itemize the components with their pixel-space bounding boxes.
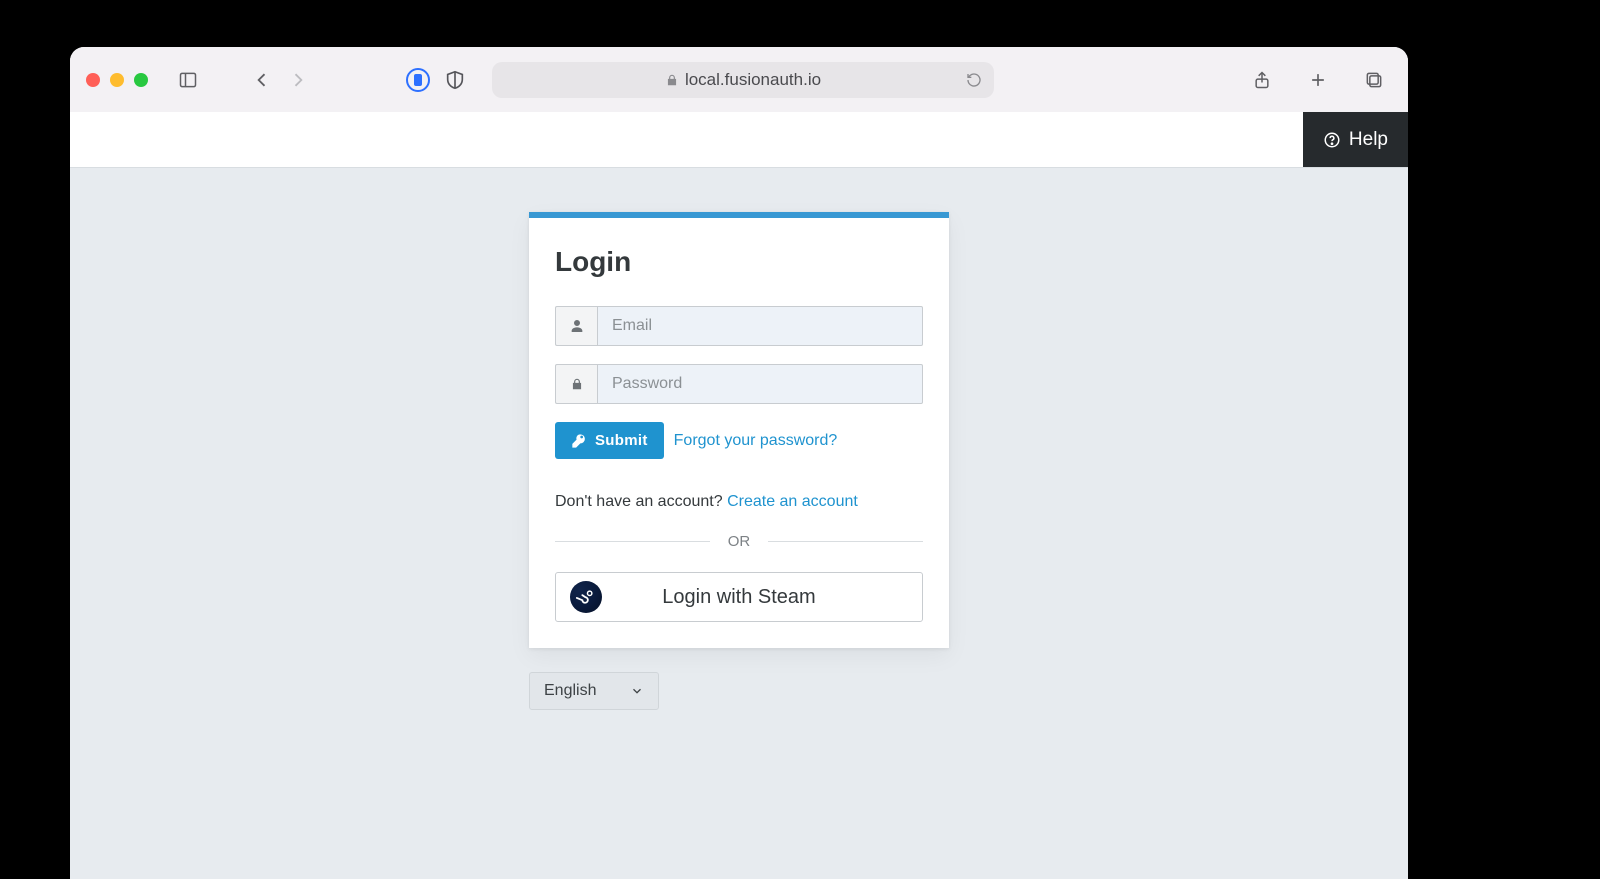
language-selector-area: English — [529, 672, 949, 710]
user-icon — [555, 306, 597, 346]
submit-button[interactable]: Submit — [555, 422, 664, 459]
tabs-overview-button[interactable] — [1356, 62, 1392, 98]
login-actions: Submit Forgot your password? — [555, 422, 923, 459]
steam-button-label: Login with Steam — [570, 586, 908, 609]
email-field-wrap — [555, 306, 923, 346]
window-controls — [86, 73, 148, 87]
toolbar-right-actions — [1244, 62, 1392, 98]
help-button[interactable]: Help — [1303, 112, 1408, 167]
login-title: Login — [555, 246, 923, 278]
nav-back-button[interactable] — [244, 62, 280, 98]
login-with-steam-button[interactable]: Login with Steam — [555, 572, 923, 622]
address-bar[interactable]: local.fusionauth.io — [492, 62, 994, 98]
browser-window: local.fusionauth.io — [70, 47, 1408, 879]
page-body: Login Submit Forgot your password? — [70, 168, 1408, 879]
email-input[interactable] — [597, 306, 923, 346]
address-text: local.fusionauth.io — [685, 70, 821, 90]
window-close-button[interactable] — [86, 73, 100, 87]
create-account-link[interactable]: Create an account — [727, 493, 858, 510]
lock-icon — [665, 73, 679, 87]
forgot-password-link[interactable]: Forgot your password? — [674, 432, 838, 450]
new-tab-button[interactable] — [1300, 62, 1336, 98]
privacy-shield-icon[interactable] — [444, 69, 466, 91]
share-button[interactable] — [1244, 62, 1280, 98]
divider-label: OR — [728, 533, 751, 550]
sidebar-toggle-button[interactable] — [170, 62, 206, 98]
submit-label: Submit — [595, 432, 648, 449]
lock-icon — [555, 364, 597, 404]
password-input[interactable] — [597, 364, 923, 404]
window-zoom-button[interactable] — [134, 73, 148, 87]
chevron-down-icon — [630, 684, 644, 698]
reload-icon[interactable] — [966, 72, 982, 88]
language-selected: English — [544, 682, 596, 700]
onepassword-icon[interactable] — [406, 68, 430, 92]
browser-toolbar: local.fusionauth.io — [70, 47, 1408, 112]
language-selector[interactable]: English — [529, 672, 659, 710]
or-divider: OR — [555, 533, 923, 550]
nav-forward-button[interactable] — [280, 62, 316, 98]
app-header: Help — [70, 112, 1408, 168]
password-field-wrap — [555, 364, 923, 404]
key-icon — [571, 433, 587, 449]
window-minimize-button[interactable] — [110, 73, 124, 87]
help-icon — [1323, 131, 1341, 149]
login-panel: Login Submit Forgot your password? — [529, 212, 949, 648]
no-account-text: Don't have an account? Create an account — [555, 493, 923, 511]
help-label: Help — [1349, 129, 1388, 151]
